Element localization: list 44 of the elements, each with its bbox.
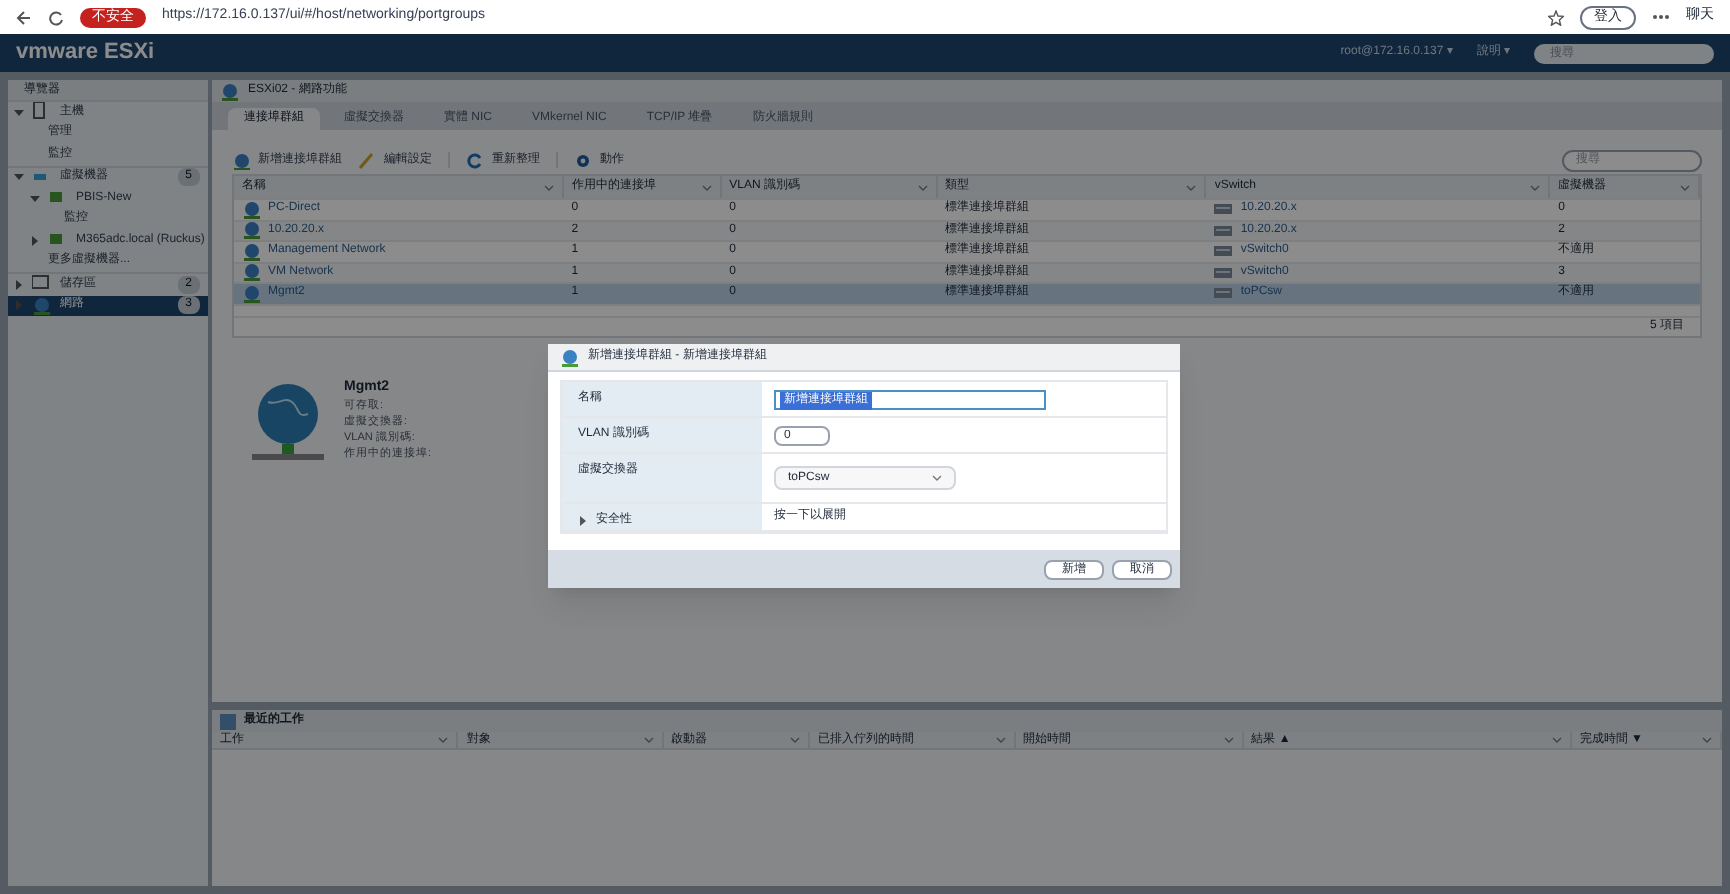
chevron-icon [932, 474, 942, 482]
chevron-icon [995, 736, 1006, 744]
switch-icon [1214, 265, 1233, 280]
back-icon [16, 9, 32, 25]
caret-right-icon[interactable] [30, 235, 40, 246]
caret-right-icon[interactable] [578, 516, 588, 526]
caret-down-icon[interactable] [14, 172, 24, 183]
network-icon [242, 262, 260, 283]
chevron-icon [701, 183, 712, 191]
refresh-icon [466, 151, 484, 169]
caret-right-icon[interactable] [14, 279, 24, 290]
chevron-icon [1702, 736, 1713, 744]
chevron-icon [643, 736, 654, 744]
chevron-icon [790, 736, 801, 744]
tasks-icon [220, 713, 236, 729]
switch-icon [1214, 202, 1233, 217]
network-icon [242, 220, 260, 241]
caret-down-icon[interactable] [14, 107, 24, 118]
switch-icon [1214, 286, 1233, 301]
chevron-icon [1680, 183, 1690, 191]
more-icon [1652, 14, 1670, 20]
edit-icon [358, 151, 376, 169]
network-icon [242, 241, 260, 262]
gear-icon [574, 151, 592, 169]
chevron-icon [1530, 183, 1541, 191]
network-icon [220, 81, 240, 101]
chevron-icon [917, 183, 928, 191]
add-icon [232, 151, 250, 169]
network-icon [242, 199, 260, 220]
chevron-icon [543, 183, 554, 191]
chevron-icon [1223, 736, 1234, 744]
storage-icon [32, 274, 52, 295]
switch-icon [1214, 223, 1233, 238]
network-icon [560, 347, 580, 367]
app-logo: vmware ESXi [16, 38, 157, 69]
caret-down-icon[interactable] [30, 193, 40, 204]
switch-icon [1214, 244, 1233, 259]
chevron-icon [1551, 736, 1562, 744]
chevron-icon [1186, 183, 1197, 191]
star-icon [1548, 9, 1564, 25]
network-icon [242, 283, 260, 304]
chevron-icon [438, 736, 449, 744]
network-icon [32, 295, 52, 316]
reload-icon [48, 9, 64, 25]
